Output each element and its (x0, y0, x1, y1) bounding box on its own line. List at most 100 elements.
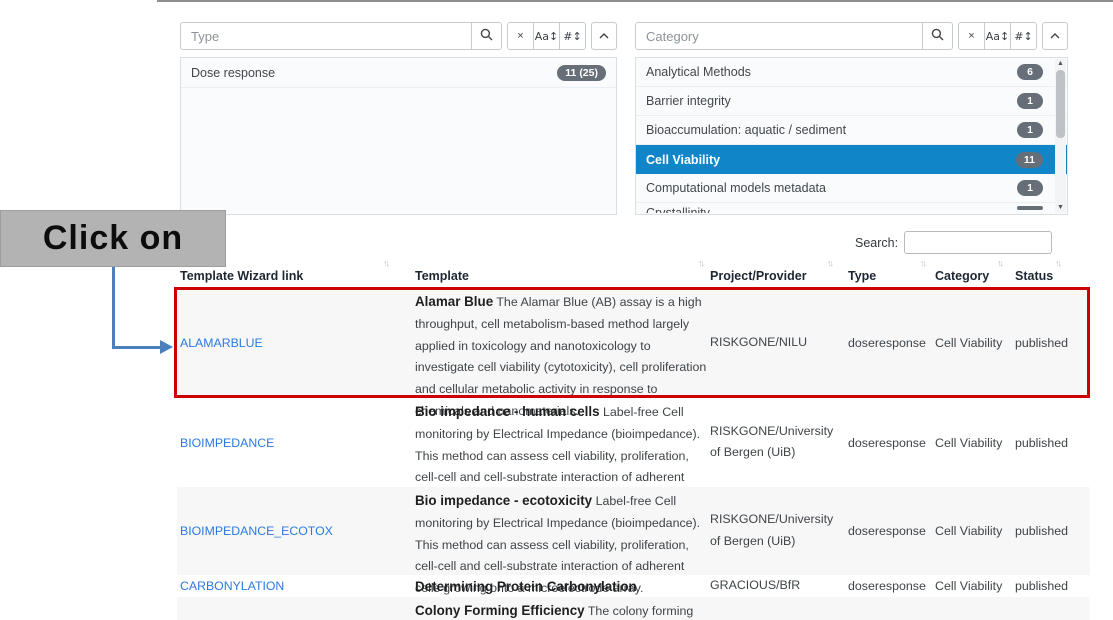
template-link[interactable]: CARBONYLATION (180, 579, 405, 593)
category-cell: Cell Viability (935, 524, 1015, 538)
template-name: Colony Forming Efficiency (415, 603, 585, 618)
column-header-template-wizard-link[interactable]: Template Wizard link (180, 269, 303, 283)
type-cell: doseresponse (848, 436, 933, 450)
type-cell: doseresponse (848, 524, 933, 538)
type-filter-list: Dose response 11 (25) (180, 57, 617, 215)
click-arrow (112, 267, 115, 349)
table-header-row: Template Wizard link Template Project/Pr… (177, 258, 1090, 288)
sort-icon[interactable]: ↑↓ (920, 258, 925, 268)
sort-icon[interactable]: ↑↓ (1055, 258, 1060, 268)
filter-item-label: Computational models metadata (646, 181, 1017, 195)
column-header-status[interactable]: Status (1015, 269, 1053, 283)
scrollbar[interactable]: ▲ ▼ (1055, 59, 1066, 213)
sort-alpha-icon: Aa↕ (986, 30, 1009, 43)
template-name: Bio impedance - ecotoxicity (415, 493, 592, 508)
filter-panel-category: × Aa↕ #↕ Analytical Methods 6 Barrier in… (635, 22, 1068, 215)
filter-item-label: Analytical Methods (646, 65, 1017, 79)
collapse-filter-button[interactable] (1042, 22, 1068, 50)
column-header-type[interactable]: Type (848, 269, 876, 283)
table-row: BIOIMPEDANCE_ECOTOX Bio impedance - ecot… (177, 487, 1090, 575)
search-button[interactable] (922, 23, 952, 49)
scroll-down-icon[interactable]: ▼ (1055, 203, 1066, 213)
category-filter-item-selected[interactable]: Cell Viability 11 (636, 145, 1067, 174)
filter-panel-type: × Aa↕ #↕ Dose response 11 (25) (180, 22, 617, 215)
filter-item-label: Barrier integrity (646, 94, 1017, 108)
column-header-category[interactable]: Category (935, 269, 989, 283)
sort-alpha-button[interactable]: Aa↕ (984, 22, 1011, 50)
status-cell: published (1015, 336, 1090, 350)
count-badge: 1 (1017, 180, 1043, 196)
chevron-up-icon (1050, 30, 1060, 42)
sort-alpha-button[interactable]: Aa↕ (533, 22, 560, 50)
template-name: Alamar Blue (415, 294, 493, 309)
filter-item-label: Crystallinity (646, 206, 1017, 213)
template-cell: Colony Forming Efficiency The colony for… (415, 597, 708, 620)
top-border (157, 0, 1113, 2)
sort-count-button[interactable]: #↕ (559, 22, 586, 50)
scroll-up-icon[interactable]: ▲ (1055, 59, 1066, 69)
scrollbar-thumb[interactable] (1056, 70, 1065, 138)
template-name: Determining Protein Carbonylation (415, 579, 637, 594)
count-badge: 6 (1017, 64, 1043, 80)
type-filter-item[interactable]: Dose response 11 (25) (181, 58, 616, 88)
clear-filter-button[interactable]: × (958, 22, 985, 50)
table-row: Colony Forming Efficiency The colony for… (177, 597, 1090, 620)
type-filter-input[interactable] (181, 23, 471, 49)
table-row: BIOIMPEDANCE Bio impedance - human cells… (177, 398, 1090, 487)
templates-table: Template Wizard link Template Project/Pr… (177, 258, 1090, 620)
category-filter-item[interactable]: Crystallinity (636, 203, 1067, 213)
category-filter-input[interactable] (636, 23, 922, 49)
table-search: Search: (855, 231, 1052, 254)
column-header-project-provider[interactable]: Project/Provider (710, 269, 807, 283)
sort-count-icon: #↕ (563, 30, 581, 43)
sort-icon[interactable]: ↑↓ (383, 258, 388, 268)
provider-cell: RISKGONE/University of Bergen (UiB) (710, 421, 838, 465)
sort-icon[interactable]: ↑↓ (827, 258, 832, 268)
count-badge (1017, 206, 1043, 210)
category-cell: Cell Viability (935, 579, 1015, 593)
template-link[interactable]: ALAMARBLUE (180, 336, 405, 350)
filter-item-label: Dose response (191, 66, 557, 80)
search-icon (931, 28, 944, 44)
clear-filter-button[interactable]: × (507, 22, 534, 50)
click-annotation-label: Click on (43, 219, 183, 258)
status-cell: published (1015, 524, 1090, 538)
template-cell: Determining Protein Carbonylation (415, 575, 708, 599)
template-name: Bio impedance - human cells (415, 404, 600, 419)
category-filter-item[interactable]: Analytical Methods 6 (636, 58, 1067, 87)
sort-count-icon: #↕ (1014, 30, 1032, 43)
count-badge: 11 (25) (557, 65, 606, 81)
status-cell: published (1015, 436, 1090, 450)
column-header-template[interactable]: Template (415, 269, 469, 283)
category-filter-item[interactable]: Computational models metadata 1 (636, 174, 1067, 203)
page: × Aa↕ #↕ Dose response 11 (25) (0, 0, 1113, 620)
provider-cell: RISKGONE/NILU (710, 332, 838, 354)
count-badge: 11 (1016, 152, 1043, 168)
sort-icon[interactable]: ↑↓ (997, 258, 1002, 268)
category-cell: Cell Viability (935, 336, 1015, 350)
type-cell: doseresponse (848, 336, 933, 350)
click-arrow (112, 346, 162, 349)
search-button[interactable] (471, 23, 501, 49)
category-filter-item[interactable]: Barrier integrity 1 (636, 87, 1067, 116)
sort-count-button[interactable]: #↕ (1010, 22, 1037, 50)
collapse-filter-button[interactable] (591, 22, 617, 50)
chevron-up-icon (599, 30, 609, 42)
filter-item-label: Cell Viability (646, 153, 1016, 167)
table-row: ALAMARBLUE Alamar Blue The Alamar Blue (… (177, 288, 1090, 398)
search-icon (480, 28, 493, 44)
template-link[interactable]: BIOIMPEDANCE_ECOTOX (180, 524, 405, 538)
search-label: Search: (855, 236, 898, 250)
arrow-head-icon (160, 340, 173, 354)
status-cell: published (1015, 579, 1090, 593)
clear-icon: × (968, 30, 974, 42)
table-row: CARBONYLATION Determining Protein Carbon… (177, 575, 1090, 597)
sort-icon[interactable]: ↑↓ (698, 258, 703, 268)
click-annotation: Click on (0, 210, 226, 267)
table-search-input[interactable] (904, 231, 1052, 254)
count-badge: 1 (1017, 93, 1043, 109)
template-link[interactable]: BIOIMPEDANCE (180, 436, 405, 450)
type-cell: doseresponse (848, 579, 933, 593)
category-cell: Cell Viability (935, 436, 1015, 450)
category-filter-item[interactable]: Bioaccumulation: aquatic / sediment 1 (636, 116, 1067, 145)
